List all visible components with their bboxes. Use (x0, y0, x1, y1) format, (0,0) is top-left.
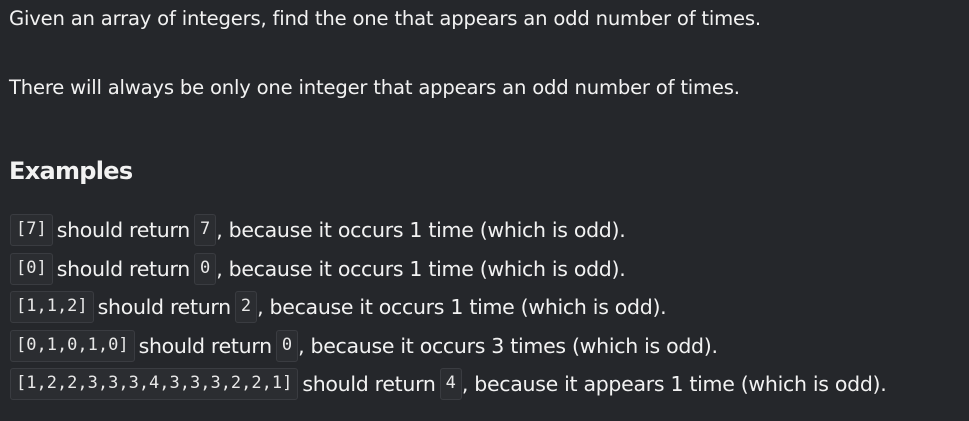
example-output-code: 7 (193, 214, 217, 247)
description-line-2: There will always be only one integer th… (9, 76, 740, 99)
example-input-code: [1,2,2,3,3,3,4,3,3,3,2,2,1] (10, 368, 299, 401)
examples-list: [7] should return 7 , because it occurs … (10, 211, 890, 404)
examples-heading: Examples (9, 157, 133, 185)
example-item: [1,1,2] should return 2 , because it occ… (10, 288, 890, 327)
example-item: [0] should return 0 , because it occurs … (10, 250, 890, 289)
example-input-code: [7] (10, 214, 53, 247)
example-mid-text: should return (97, 295, 232, 320)
example-input-code: [0] (10, 252, 53, 285)
example-output-code: 0 (193, 252, 217, 285)
example-item: [0,1,0,1,0] should return 0 , because it… (10, 327, 890, 366)
example-explanation: , because it occurs 3 times (which is od… (298, 333, 718, 358)
example-input-code: [1,1,2] (10, 291, 94, 324)
example-mid-text: should return (56, 218, 191, 243)
example-item: [7] should return 7 , because it occurs … (10, 211, 890, 250)
example-explanation: , because it appears 1 time (which is od… (461, 372, 887, 397)
example-explanation: , because it occurs 1 time (which is odd… (216, 256, 626, 281)
example-mid-text: should return (138, 333, 273, 358)
example-input-code: [0,1,0,1,0] (10, 329, 135, 362)
example-output-code: 4 (439, 368, 462, 401)
example-output-code: 2 (234, 291, 258, 324)
example-mid-text: should return (56, 256, 191, 281)
example-explanation: , because it occurs 1 time (which is odd… (257, 295, 667, 320)
example-output-code: 0 (275, 329, 299, 362)
description-line-1: Given an array of integers, find the one… (9, 7, 761, 30)
example-mid-text: should return (302, 372, 436, 397)
example-explanation: , because it occurs 1 time (which is odd… (216, 218, 626, 243)
example-item: [1,2,2,3,3,3,4,3,3,3,2,2,1] should retur… (10, 365, 890, 404)
